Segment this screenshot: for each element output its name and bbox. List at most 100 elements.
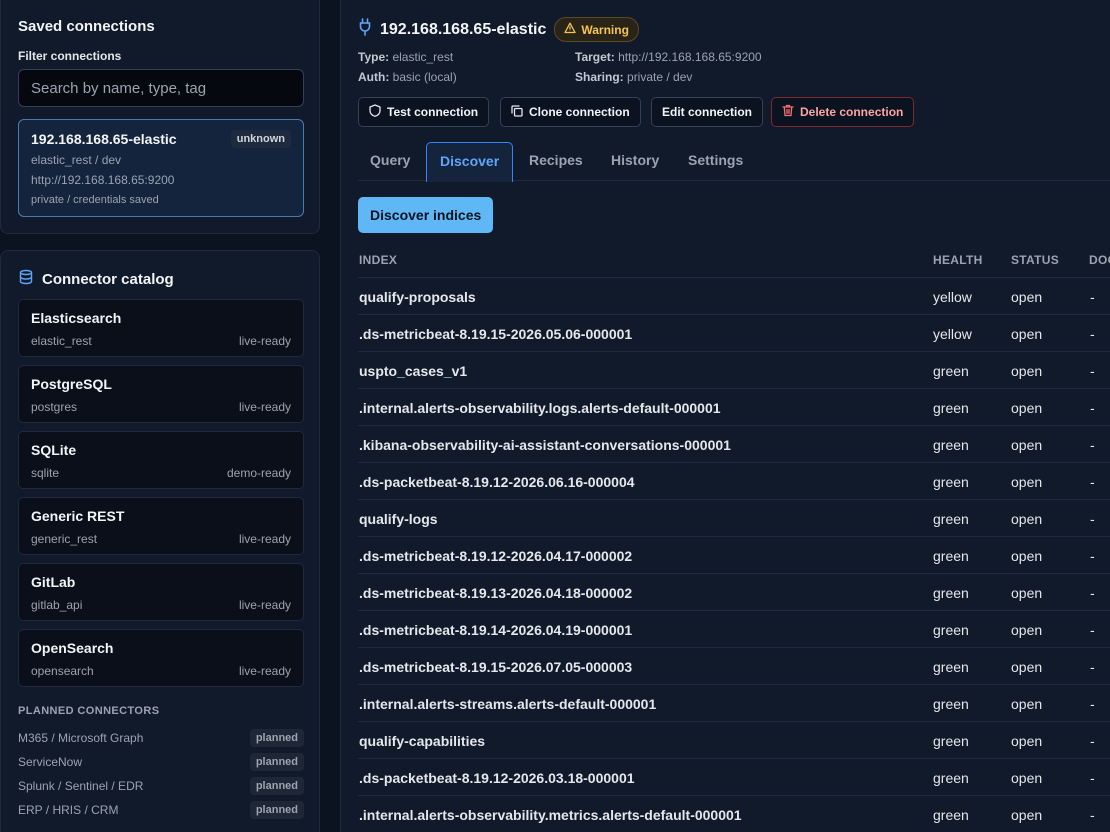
discover-indices-button[interactable]: Discover indices bbox=[358, 197, 494, 233]
index-status: open bbox=[1011, 807, 1043, 823]
table-row[interactable]: .ds-metricbeat-8.19.15-2026.05.06-000001… bbox=[358, 314, 1110, 351]
table-row[interactable]: .internal.alerts-streams.alerts-default-… bbox=[358, 684, 1110, 721]
tab-history[interactable]: History bbox=[611, 152, 659, 168]
catalog-item-generic-rest[interactable]: Generic REST generic_rest live-ready bbox=[18, 497, 304, 555]
index-status: open bbox=[1011, 696, 1043, 712]
index-health: green bbox=[933, 807, 969, 823]
index-name: .kibana-observability-ai-assistant-conve… bbox=[359, 437, 731, 453]
index-docs: - bbox=[1090, 807, 1095, 823]
index-docs: - bbox=[1090, 363, 1095, 379]
table-row[interactable]: qualify-proposals yellow open - bbox=[358, 277, 1110, 314]
catalog-item-type: opensearch bbox=[31, 664, 94, 678]
copy-icon bbox=[511, 104, 523, 120]
index-name: .internal.alerts-streams.alerts-default-… bbox=[359, 696, 657, 712]
tab-query[interactable]: Query bbox=[370, 152, 410, 168]
catalog-item-type: gitlab_api bbox=[31, 598, 83, 612]
catalog-item-sqlite[interactable]: SQLite sqlite demo-ready bbox=[18, 431, 304, 489]
planned-connector-row: M365 / Microsoft Graph planned bbox=[18, 729, 304, 747]
catalog-item-postgresql[interactable]: PostgreSQL postgres live-ready bbox=[18, 365, 304, 423]
index-name: uspto_cases_v1 bbox=[359, 363, 468, 379]
edit-connection-button[interactable]: Edit connection bbox=[651, 97, 763, 127]
index-name: .ds-metricbeat-8.19.15-2026.05.06-000001 bbox=[359, 326, 633, 342]
index-status: open bbox=[1011, 474, 1043, 490]
column-header-health: HEALTH bbox=[933, 253, 983, 267]
table-row[interactable]: uspto_cases_v1 green open - bbox=[358, 351, 1110, 388]
test-connection-button[interactable]: Test connection bbox=[358, 97, 490, 127]
planned-badge: planned bbox=[249, 801, 304, 819]
index-docs: - bbox=[1090, 326, 1095, 342]
table-row[interactable]: .ds-packetbeat-8.19.12-2026.06.16-000004… bbox=[358, 462, 1110, 499]
warning-text: Warning bbox=[581, 22, 629, 37]
connection-status-badge: unknown bbox=[230, 130, 291, 148]
delete-connection-button[interactable]: Delete connection bbox=[771, 97, 915, 127]
planned-connector-name: ServiceNow bbox=[18, 755, 83, 769]
table-row[interactable]: .internal.alerts-observability.metrics.a… bbox=[358, 795, 1110, 832]
catalog-item-status: live-ready bbox=[238, 334, 291, 348]
catalog-item-status: demo-ready bbox=[226, 466, 291, 480]
index-name: .ds-metricbeat-8.19.15-2026.07.05-000003 bbox=[359, 659, 633, 675]
column-header-status: STATUS bbox=[1011, 253, 1060, 267]
warning-icon bbox=[564, 22, 577, 37]
catalog-item-name: SQLite bbox=[31, 442, 77, 458]
table-row[interactable]: qualify-logs green open - bbox=[358, 499, 1110, 536]
planned-badge: planned bbox=[249, 729, 304, 747]
planned-badge: planned bbox=[249, 753, 304, 771]
meta-sharing-value: private / dev bbox=[627, 70, 693, 84]
saved-connection-card[interactable]: 192.168.168.65-elastic unknown elastic_r… bbox=[18, 119, 304, 217]
clone-connection-button[interactable]: Clone connection bbox=[500, 97, 641, 127]
meta-type: Type: elastic_rest bbox=[358, 50, 453, 64]
index-docs: - bbox=[1090, 733, 1095, 749]
planned-connector-row: ServiceNow planned bbox=[18, 753, 304, 771]
connection-detail-panel: 192.168.168.65-elastic Warning Type: ela… bbox=[340, 0, 1110, 832]
shield-icon bbox=[369, 104, 381, 120]
trash-icon bbox=[782, 104, 794, 120]
filter-connections-label: Filter connections bbox=[18, 49, 122, 63]
index-docs: - bbox=[1090, 474, 1095, 490]
table-row[interactable]: .ds-metricbeat-8.19.12-2026.04.17-000002… bbox=[358, 536, 1110, 573]
index-docs: - bbox=[1090, 770, 1095, 786]
connection-search-input[interactable] bbox=[18, 69, 304, 107]
connector-catalog-panel: Connector catalog Elasticsearch elastic_… bbox=[0, 250, 320, 832]
table-row[interactable]: .internal.alerts-observability.logs.aler… bbox=[358, 388, 1110, 425]
index-health: green bbox=[933, 400, 969, 416]
catalog-item-status: live-ready bbox=[238, 400, 291, 414]
tab-settings[interactable]: Settings bbox=[688, 152, 743, 168]
catalog-item-status: live-ready bbox=[238, 532, 291, 546]
table-row[interactable]: .ds-metricbeat-8.19.15-2026.07.05-000003… bbox=[358, 647, 1110, 684]
catalog-item-type: postgres bbox=[31, 400, 78, 414]
index-health: green bbox=[933, 622, 969, 638]
table-row[interactable]: .ds-packetbeat-8.19.12-2026.03.18-000001… bbox=[358, 758, 1110, 795]
catalog-item-opensearch[interactable]: OpenSearch opensearch live-ready bbox=[18, 629, 304, 687]
meta-target-label: Target: bbox=[575, 50, 615, 64]
index-status: open bbox=[1011, 326, 1043, 342]
tab-recipes[interactable]: Recipes bbox=[529, 152, 583, 168]
planned-connector-name: Splunk / Sentinel / EDR bbox=[18, 779, 144, 793]
tab-discover[interactable]: Discover bbox=[426, 142, 514, 182]
index-docs: - bbox=[1090, 511, 1095, 527]
index-name: .internal.alerts-observability.metrics.a… bbox=[359, 807, 742, 823]
index-docs: - bbox=[1090, 622, 1095, 638]
connector-catalog-header: Connector catalog bbox=[18, 269, 174, 290]
table-row[interactable]: qualify-capabilities green open - bbox=[358, 721, 1110, 758]
catalog-item-status: live-ready bbox=[238, 598, 291, 612]
index-name: .ds-metricbeat-8.19.12-2026.04.17-000002 bbox=[359, 548, 633, 564]
database-icon bbox=[18, 269, 34, 290]
index-docs: - bbox=[1090, 437, 1095, 453]
planned-connector-name: M365 / Microsoft Graph bbox=[18, 731, 144, 745]
index-name: qualify-proposals bbox=[359, 289, 476, 305]
table-row[interactable]: .kibana-observability-ai-assistant-conve… bbox=[358, 425, 1110, 462]
index-status: open bbox=[1011, 585, 1043, 601]
index-docs: - bbox=[1090, 548, 1095, 564]
catalog-item-gitlab[interactable]: GitLab gitlab_api live-ready bbox=[18, 563, 304, 621]
meta-auth-value: basic (local) bbox=[392, 70, 457, 84]
catalog-item-elasticsearch[interactable]: Elasticsearch elastic_rest live-ready bbox=[18, 299, 304, 357]
index-health: yellow bbox=[933, 326, 972, 342]
table-row[interactable]: .ds-metricbeat-8.19.14-2026.04.19-000001… bbox=[358, 610, 1110, 647]
index-health: green bbox=[933, 511, 969, 527]
index-status: open bbox=[1011, 548, 1043, 564]
catalog-item-status: live-ready bbox=[238, 664, 291, 678]
index-status: open bbox=[1011, 733, 1043, 749]
index-docs: - bbox=[1090, 400, 1095, 416]
table-row[interactable]: .ds-metricbeat-8.19.13-2026.04.18-000002… bbox=[358, 573, 1110, 610]
meta-target-value: http://192.168.168.65:9200 bbox=[618, 50, 762, 64]
